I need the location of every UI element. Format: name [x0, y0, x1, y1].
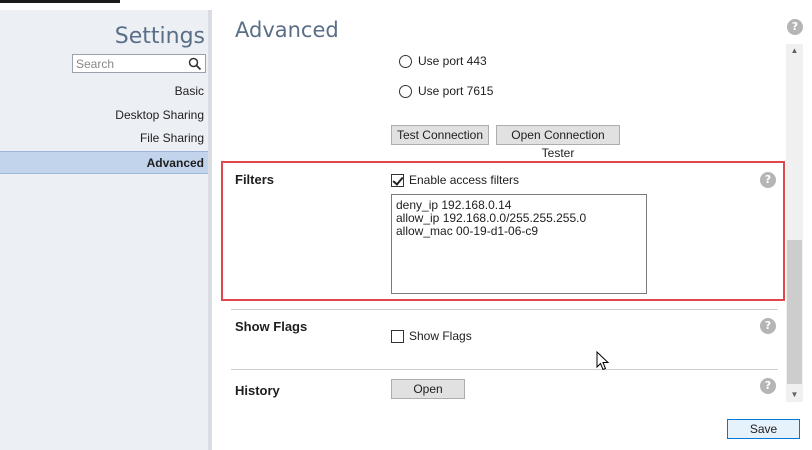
sidebar-item-advanced[interactable]: Advanced — [0, 150, 208, 174]
port-443-option[interactable]: Use port 443 — [399, 53, 487, 69]
scroll-up-arrow-icon[interactable]: ▲ — [786, 44, 803, 58]
port-443-radio[interactable] — [399, 54, 412, 68]
sidebar-item-desktop-sharing[interactable]: Desktop Sharing — [0, 104, 208, 128]
enable-access-filters-row[interactable]: Enable access filters — [391, 172, 519, 188]
enable-access-filters-checkbox[interactable] — [391, 173, 404, 187]
settings-title: Settings — [114, 24, 205, 49]
test-connection-button[interactable]: Test Connection — [391, 125, 489, 145]
history-help-icon[interactable]: ? — [760, 378, 776, 394]
save-button[interactable]: Save — [727, 419, 800, 439]
port-7615-radio[interactable] — [399, 84, 412, 98]
sidebar: Settings Basic Desktop Sharing File Shar… — [0, 10, 212, 450]
search-box[interactable] — [72, 54, 206, 73]
port-7615-label: Use port 7615 — [418, 84, 494, 98]
search-icon[interactable] — [188, 57, 202, 71]
filter-line: allow_mac 00-19-d1-06-c9 — [396, 224, 539, 238]
mouse-cursor-icon — [596, 351, 610, 371]
scroll-down-arrow-icon[interactable]: ▼ — [786, 388, 803, 402]
help-icon[interactable]: ? — [787, 19, 803, 35]
show-flags-checkbox[interactable] — [391, 329, 404, 343]
sidebar-splitter[interactable] — [208, 10, 212, 450]
scroll-thumb[interactable] — [787, 240, 802, 384]
history-label: History — [235, 383, 280, 398]
show-flags-checkbox-label: Show Flags — [409, 329, 472, 343]
enable-access-filters-label: Enable access filters — [409, 173, 520, 187]
sidebar-nav: Basic Desktop Sharing File Sharing Advan… — [0, 80, 208, 174]
show-flags-row[interactable]: Show Flags — [391, 328, 472, 344]
section-divider — [231, 369, 778, 370]
sidebar-item-file-sharing[interactable]: File Sharing — [0, 127, 208, 151]
port-443-label: Use port 443 — [418, 54, 487, 68]
history-open-button[interactable]: Open — [391, 379, 465, 399]
filters-label: Filters — [235, 172, 275, 187]
section-divider — [231, 309, 778, 310]
open-connection-tester-button[interactable]: Open Connection Tester — [496, 125, 620, 160]
port-7615-option[interactable]: Use port 7615 — [399, 83, 493, 99]
content-scrollbar[interactable]: ▲ ▼ — [786, 44, 803, 402]
page-title: Advanced — [235, 18, 339, 42]
show-flags-label: Show Flags — [235, 319, 308, 334]
filters-textarea[interactable]: deny_ip 192.168.0.14 allow_ip 192.168.0.… — [391, 194, 647, 294]
filters-help-icon[interactable]: ? — [760, 172, 776, 188]
show-flags-help-icon[interactable]: ? — [760, 318, 776, 334]
search-input[interactable] — [73, 55, 185, 72]
window-title-fragment — [0, 0, 120, 3]
sidebar-item-basic[interactable]: Basic — [0, 80, 208, 104]
window-top-strip — [0, 0, 812, 10]
